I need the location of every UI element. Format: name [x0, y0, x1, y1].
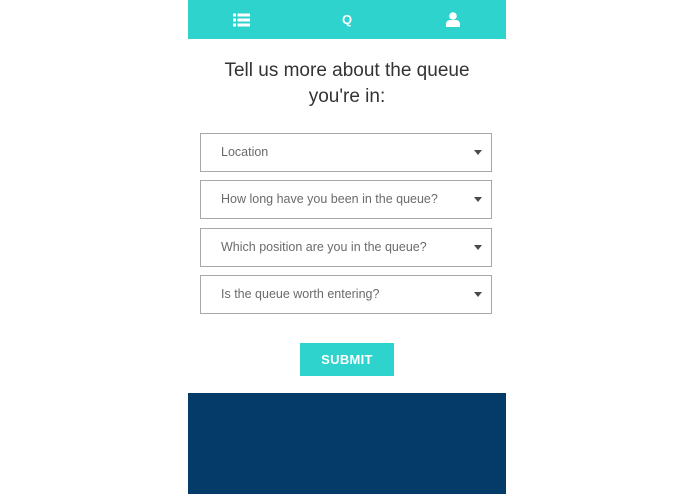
submit-button[interactable]: SUBMIT [300, 343, 394, 376]
search-button[interactable]: Q [327, 0, 367, 39]
wait-time-select[interactable]: How long have you been in the queue? [200, 180, 492, 219]
heading-line-2: you're in: [308, 86, 386, 107]
list-icon [232, 13, 250, 26]
queue-position-select-label: Which position are you in the queue? [221, 240, 427, 254]
user-icon [446, 12, 460, 27]
heading-line-1: Tell us more about the queue [224, 60, 470, 81]
worth-entering-select-label: Is the queue worth entering? [221, 287, 380, 301]
profile-button[interactable] [433, 0, 473, 39]
location-select-label: Location [221, 145, 269, 159]
form-heading: Tell us more about the queue you're in: [188, 58, 506, 110]
worth-entering-select[interactable]: Is the queue worth entering? [200, 275, 492, 314]
location-select[interactable]: Location [200, 133, 492, 172]
caret-down-icon [474, 150, 482, 155]
wait-time-select-label: How long have you been in the queue? [221, 192, 438, 206]
footer [188, 393, 506, 494]
queue-position-select[interactable]: Which position are you in the queue? [200, 228, 492, 267]
caret-down-icon [474, 245, 482, 250]
caret-down-icon [474, 197, 482, 202]
search-icon: Q [341, 12, 353, 27]
top-navbar: Q [188, 0, 506, 39]
menu-button[interactable] [221, 0, 261, 39]
app-screen: Q Tell us more about the queue you're in… [188, 0, 506, 494]
caret-down-icon [474, 292, 482, 297]
